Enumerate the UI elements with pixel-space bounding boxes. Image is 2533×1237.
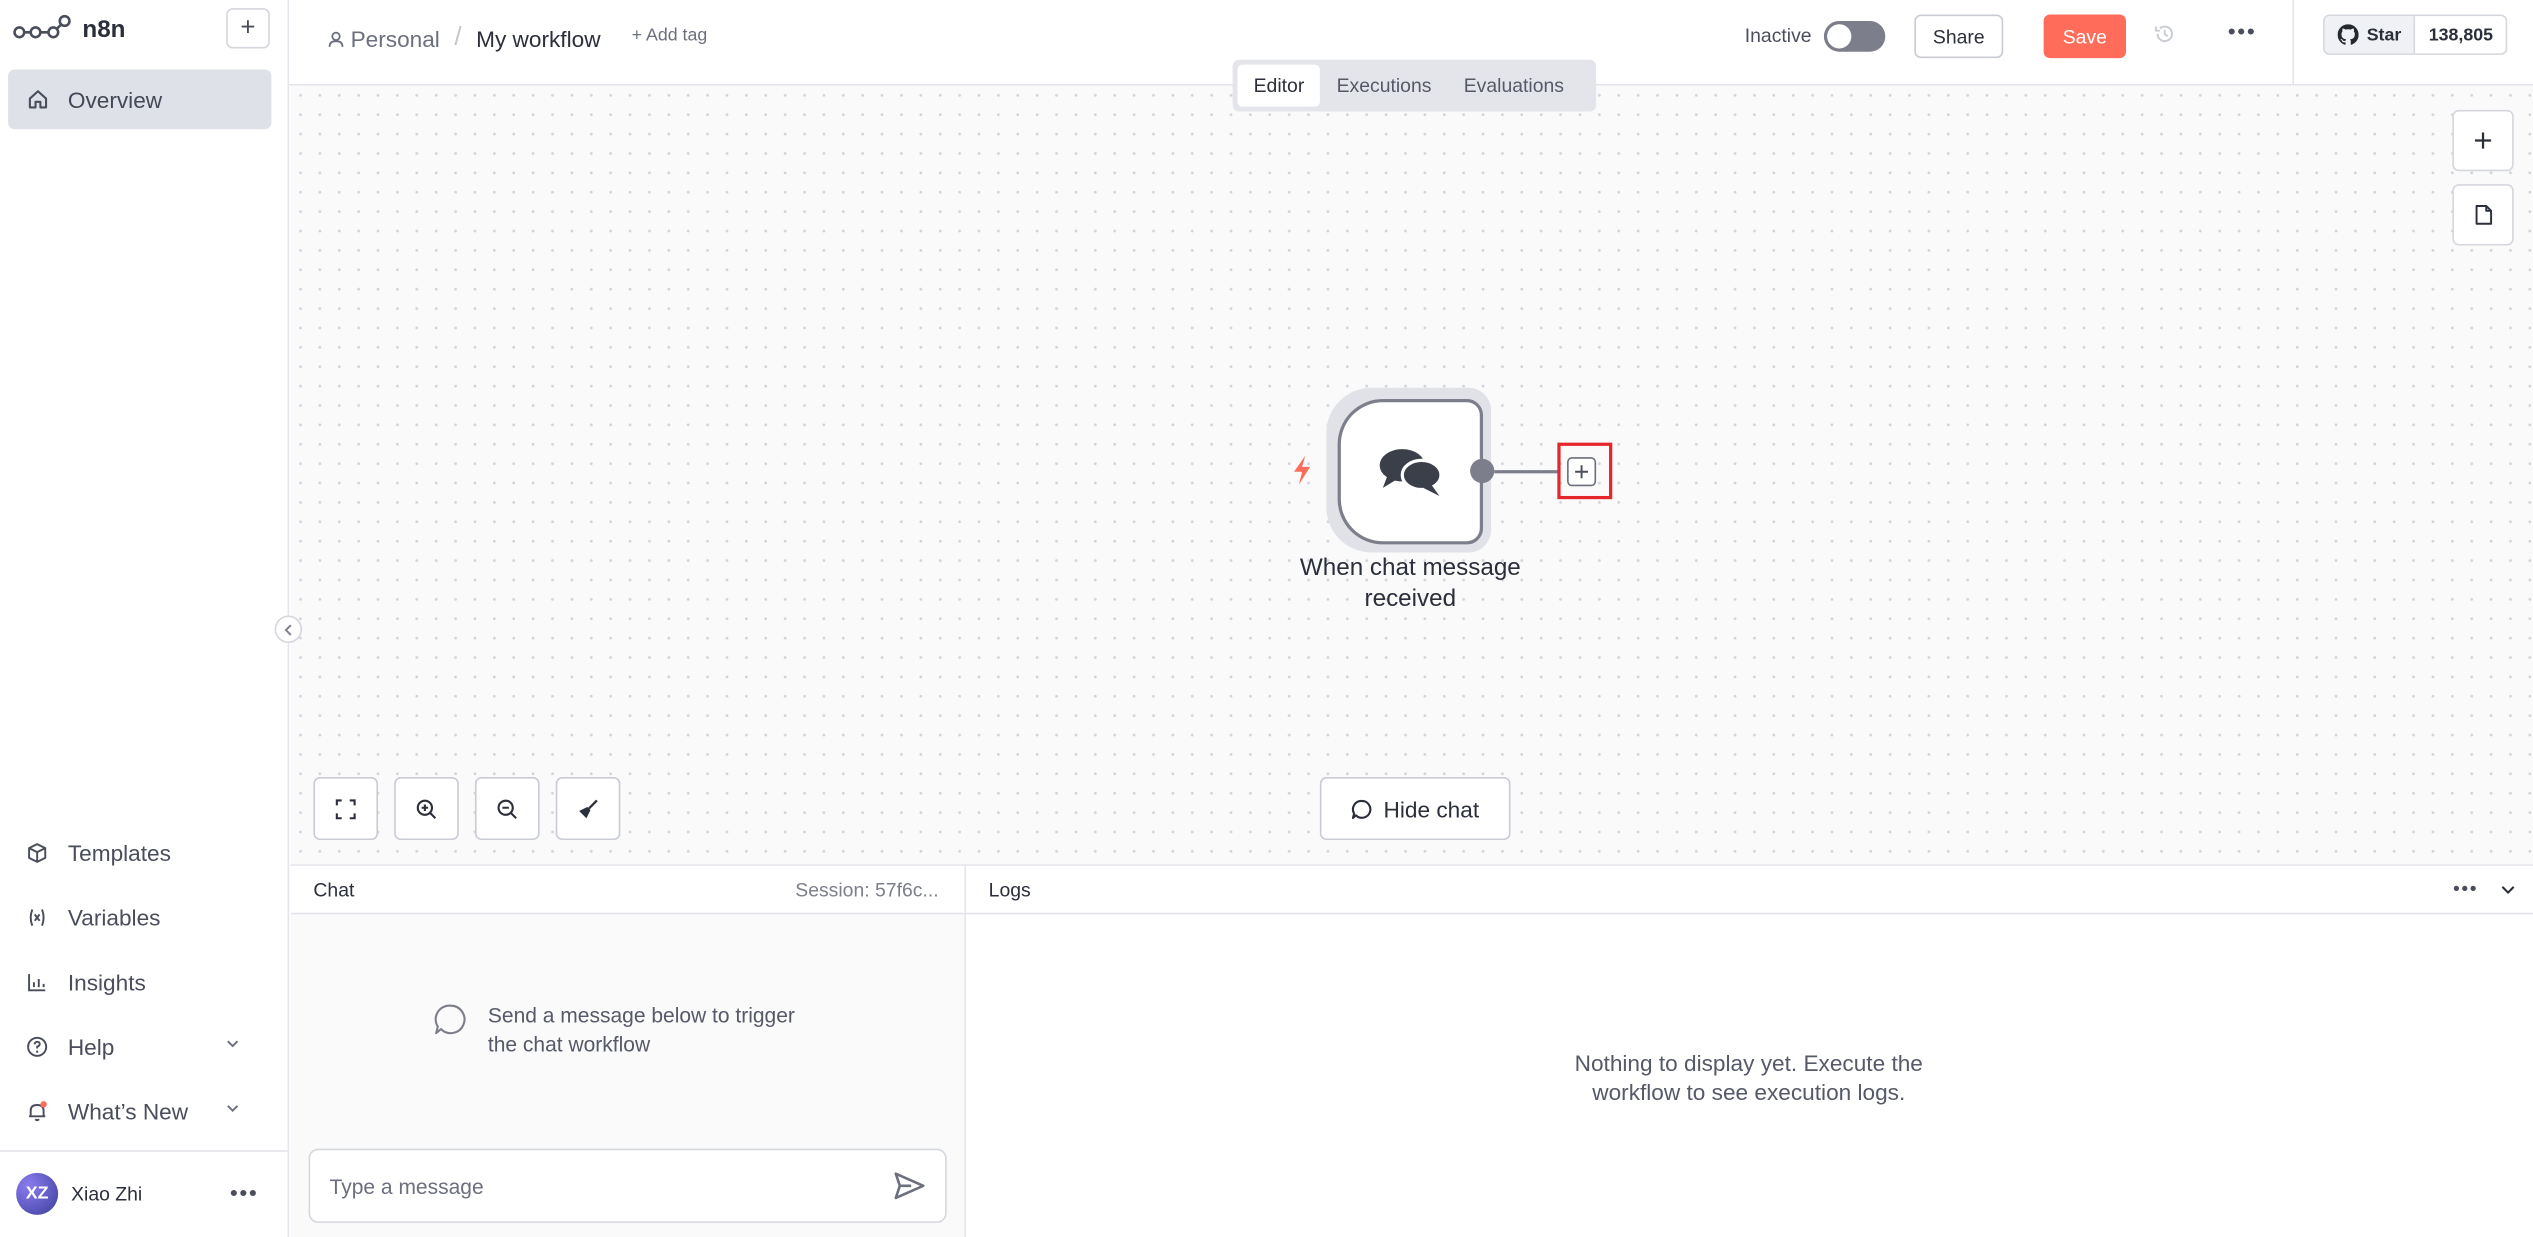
hide-chat-label: Hide chat (1383, 795, 1480, 822)
workflow-more-button[interactable]: ••• (2228, 18, 2257, 44)
workflow-active-toggle[interactable] (1823, 21, 1886, 52)
box-icon (28, 843, 47, 863)
sticky-note-button[interactable] (2452, 184, 2514, 246)
github-star-label: Star (2366, 25, 2402, 45)
workflow-canvas[interactable]: Editor Executions Evaluations When chat … (290, 59, 2533, 865)
plus-icon: + (240, 13, 256, 42)
message-icon (1352, 799, 1373, 819)
chevron-down-icon (227, 1040, 239, 1048)
sidebar-item-help[interactable]: Help (0, 1015, 289, 1080)
chat-panel-header: Chat Session: 57f6c... (290, 865, 965, 915)
sidebar-item-label: Templates (67, 840, 171, 866)
sidebar-item-variables[interactable]: Variables (0, 885, 289, 950)
sticky-note-icon (2474, 205, 2492, 225)
workflow-status-label: Inactive (1744, 24, 1812, 47)
sidebar-item-insights[interactable]: Insights (0, 950, 289, 1015)
sidebar-item-label: Insights (67, 969, 146, 996)
user-name: Xiao Zhi (71, 1182, 143, 1206)
fullscreen-icon (335, 798, 356, 819)
node-label: When chat message received (1299, 554, 1521, 613)
zoom-in-button[interactable] (394, 777, 459, 841)
zoom-to-fit-button[interactable] (313, 777, 379, 841)
chat-panel: Chat Session: 57f6c... Send a message be… (290, 864, 967, 1237)
chat-message-input[interactable] (329, 1169, 863, 1202)
sidebar-item-templates[interactable]: Templates (0, 821, 289, 886)
github-star-widget[interactable]: Star 138,805 (2323, 14, 2508, 55)
toggle-knob (1827, 24, 1852, 49)
chevron-left-icon (283, 623, 291, 635)
github-star-count[interactable]: 138,805 (2415, 16, 2506, 54)
chat-panel-title: Chat (313, 878, 355, 901)
send-icon[interactable] (893, 1171, 925, 1200)
chat-trigger-node[interactable] (1337, 399, 1484, 545)
zoom-out-icon (497, 798, 517, 819)
history-icon[interactable] (2153, 23, 2176, 46)
share-button[interactable]: Share (1914, 14, 2004, 59)
header-divider (2292, 0, 2295, 86)
add-next-node-button[interactable] (1567, 457, 1597, 487)
help-icon (27, 1036, 48, 1057)
github-icon (2337, 24, 2359, 45)
logs-more-button[interactable]: ••• (2453, 877, 2478, 900)
chat-session-id[interactable]: Session: 57f6c... (795, 879, 938, 902)
bell-icon (29, 1101, 47, 1122)
sidebar-item-whats-new[interactable]: What’s New (0, 1079, 289, 1144)
add-node-panel-button[interactable] (2452, 109, 2514, 172)
chat-empty-text: Send a message below to trigger the chat… (487, 1003, 795, 1057)
chat-message-field[interactable] (308, 1148, 947, 1223)
trigger-bolt-icon (1294, 455, 1311, 485)
sidebar-bottom-nav: Templates Variables Insights Help What’s… (0, 821, 289, 1144)
tab-editor[interactable]: Editor (1237, 64, 1321, 107)
chevron-down-icon (227, 1105, 239, 1113)
add-tag-button[interactable]: + Add tag (632, 26, 708, 45)
sidebar: n8n + Overview Templates Variables Insig… (0, 0, 303, 1237)
sidebar-divider (0, 1150, 290, 1152)
message-circle-icon (434, 1004, 466, 1035)
plus-icon (2474, 132, 2492, 149)
user-icon (328, 30, 344, 47)
breadcrumb: Personal / My workflow (328, 24, 601, 53)
breadcrumb-separator: / (454, 24, 462, 52)
view-tabs: Editor Executions Evaluations (1232, 59, 1597, 112)
chart-icon (28, 974, 46, 992)
sidebar-item-overview[interactable]: Overview (8, 69, 272, 130)
logs-panel-title: Logs (988, 878, 1031, 901)
home-icon (28, 90, 48, 109)
create-new-button[interactable]: + (226, 8, 270, 49)
logs-empty-text: Nothing to display yet. Execute the work… (1574, 1050, 1923, 1106)
collapse-sidebar-button[interactable] (274, 615, 303, 643)
user-menu[interactable]: XZ Xiao Zhi ••• (16, 1172, 274, 1215)
chevron-down-icon[interactable] (2499, 880, 2517, 898)
github-star-button[interactable]: Star (2324, 16, 2416, 54)
logo-text: n8n (82, 15, 126, 43)
breadcrumb-project[interactable]: Personal (351, 26, 440, 52)
save-button[interactable]: Save (2043, 14, 2126, 59)
sidebar-item-label: Variables (67, 904, 161, 931)
n8n-logo-icon (13, 14, 71, 39)
chat-bubbles-icon (1379, 449, 1443, 496)
tab-evaluations[interactable]: Evaluations (1448, 65, 1581, 107)
logs-panel: Logs ••• Nothing to display yet. Execute… (966, 864, 2533, 1237)
zoom-out-button[interactable] (474, 777, 540, 841)
app-root: n8n + Overview Templates Variables Insig… (0, 0, 2533, 1237)
zoom-in-icon (416, 798, 437, 819)
node-output-handle[interactable] (1470, 458, 1495, 484)
variable-icon (29, 909, 45, 927)
workflow-name[interactable]: My workflow (476, 26, 600, 52)
logs-panel-header: Logs ••• (966, 865, 2533, 915)
sidebar-item-label: Help (67, 1033, 115, 1060)
sidebar-item-label: Overview (67, 86, 163, 113)
hide-chat-button[interactable]: Hide chat (1319, 777, 1511, 841)
chat-empty-state: Send a message below to trigger the chat… (433, 1002, 827, 1060)
avatar: XZ (16, 1172, 59, 1215)
broom-icon (579, 798, 598, 818)
sidebar-item-label: What’s New (67, 1098, 189, 1125)
plus-icon (1575, 465, 1589, 479)
tab-executions[interactable]: Executions (1320, 65, 1447, 107)
node-output-connector (1494, 470, 1559, 474)
user-more-icon[interactable]: ••• (230, 1179, 259, 1205)
tidy-up-button[interactable] (555, 777, 621, 841)
